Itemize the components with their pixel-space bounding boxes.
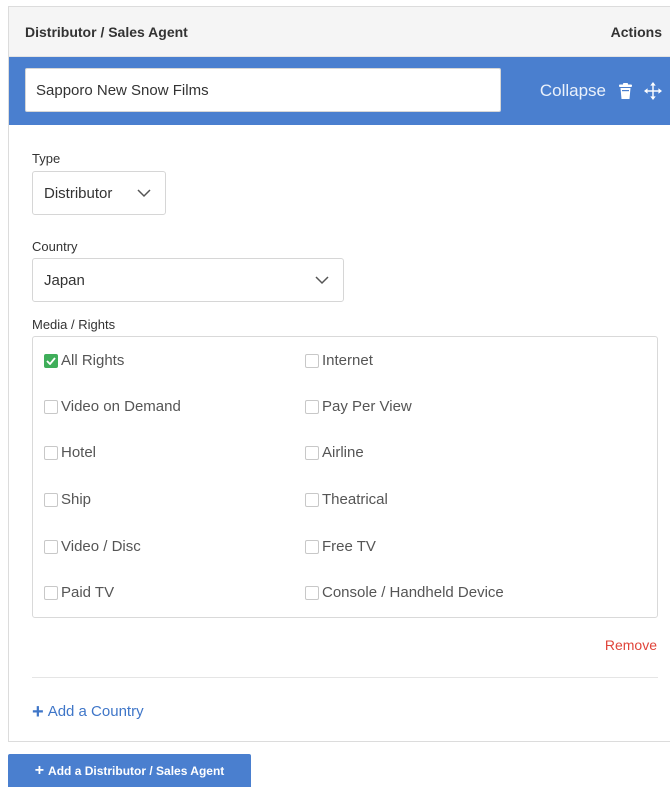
chevron-down-icon (137, 185, 151, 202)
media-rights-label: Media / Rights (32, 317, 116, 332)
type-selected-value: Distributor (44, 184, 113, 202)
trash-icon[interactable] (616, 81, 634, 101)
country-label: Country (32, 239, 78, 254)
row-actions: Collapse (540, 57, 662, 125)
right-option-label: Internet (322, 352, 373, 369)
right-option-paid-tv[interactable]: Paid TV (44, 584, 114, 601)
checkbox[interactable] (305, 539, 319, 554)
right-option-hotel[interactable]: Hotel (44, 444, 96, 461)
right-option-label: Pay Per View (322, 398, 412, 415)
type-select[interactable]: Distributor (32, 171, 166, 215)
panel-header: Distributor / Sales Agent Actions (9, 7, 670, 57)
checkbox[interactable] (305, 445, 319, 460)
right-option-theatrical[interactable]: Theatrical (305, 491, 388, 508)
right-option-video-on-demand[interactable]: Video on Demand (44, 398, 181, 415)
move-icon[interactable] (644, 81, 662, 101)
add-distributor-button[interactable]: + Add a Distributor / Sales Agent (8, 754, 251, 787)
right-option-label: Video / Disc (61, 538, 141, 555)
right-option-label: Free TV (322, 538, 376, 555)
checkbox[interactable] (44, 585, 58, 600)
right-option-internet[interactable]: Internet (305, 352, 373, 369)
distributor-panel: Distributor / Sales Agent Actions Collap… (8, 6, 670, 742)
collapse-button[interactable]: Collapse (540, 81, 606, 101)
country-select[interactable]: Japan (32, 258, 344, 302)
chevron-down-icon (315, 272, 329, 289)
checkbox[interactable] (44, 445, 58, 460)
remove-country-link[interactable]: Remove (605, 637, 657, 653)
distributor-name-input[interactable] (25, 68, 501, 112)
add-country-label: Add a Country (47, 703, 144, 720)
right-option-all-rights[interactable]: All Rights (44, 352, 124, 369)
right-option-video-disc[interactable]: Video / Disc (44, 538, 141, 555)
right-option-console-handheld[interactable]: Console / Handheld Device (305, 584, 504, 601)
checkbox[interactable] (44, 353, 58, 368)
checkbox[interactable] (305, 585, 319, 600)
media-rights-box: All Rights Internet Video on Demand Pay … (32, 336, 658, 618)
checkbox[interactable] (44, 539, 58, 554)
plus-icon: + (34, 761, 45, 779)
right-option-label: Hotel (61, 444, 97, 461)
country-selected-value: Japan (44, 271, 85, 289)
right-option-label: Theatrical (322, 491, 388, 508)
right-option-label: Airline (322, 444, 364, 461)
add-distributor-label: Add a Distributor / Sales Agent (48, 763, 225, 778)
distributor-row-bar: Collapse (9, 57, 670, 125)
right-option-pay-per-view[interactable]: Pay Per View (305, 398, 412, 415)
add-country-link[interactable]: + Add a Country (32, 700, 144, 723)
right-option-label: Console / Handheld Device (322, 584, 504, 601)
right-option-label: Ship (61, 491, 92, 508)
checkbox[interactable] (305, 492, 319, 507)
checkbox[interactable] (305, 399, 319, 414)
right-option-free-tv[interactable]: Free TV (305, 538, 376, 555)
checkbox[interactable] (305, 353, 319, 368)
right-option-label: All Rights (61, 352, 125, 369)
panel-title: Distributor / Sales Agent (25, 23, 188, 40)
actions-column-label: Actions (610, 23, 662, 40)
right-option-label: Paid TV (61, 584, 115, 601)
right-option-airline[interactable]: Airline (305, 444, 364, 461)
divider (32, 677, 658, 678)
type-label: Type (32, 151, 61, 166)
checkbox[interactable] (44, 492, 58, 507)
plus-icon: + (32, 700, 44, 723)
checkbox[interactable] (44, 399, 58, 414)
right-option-ship[interactable]: Ship (44, 491, 91, 508)
right-option-label: Video on Demand (61, 398, 181, 415)
